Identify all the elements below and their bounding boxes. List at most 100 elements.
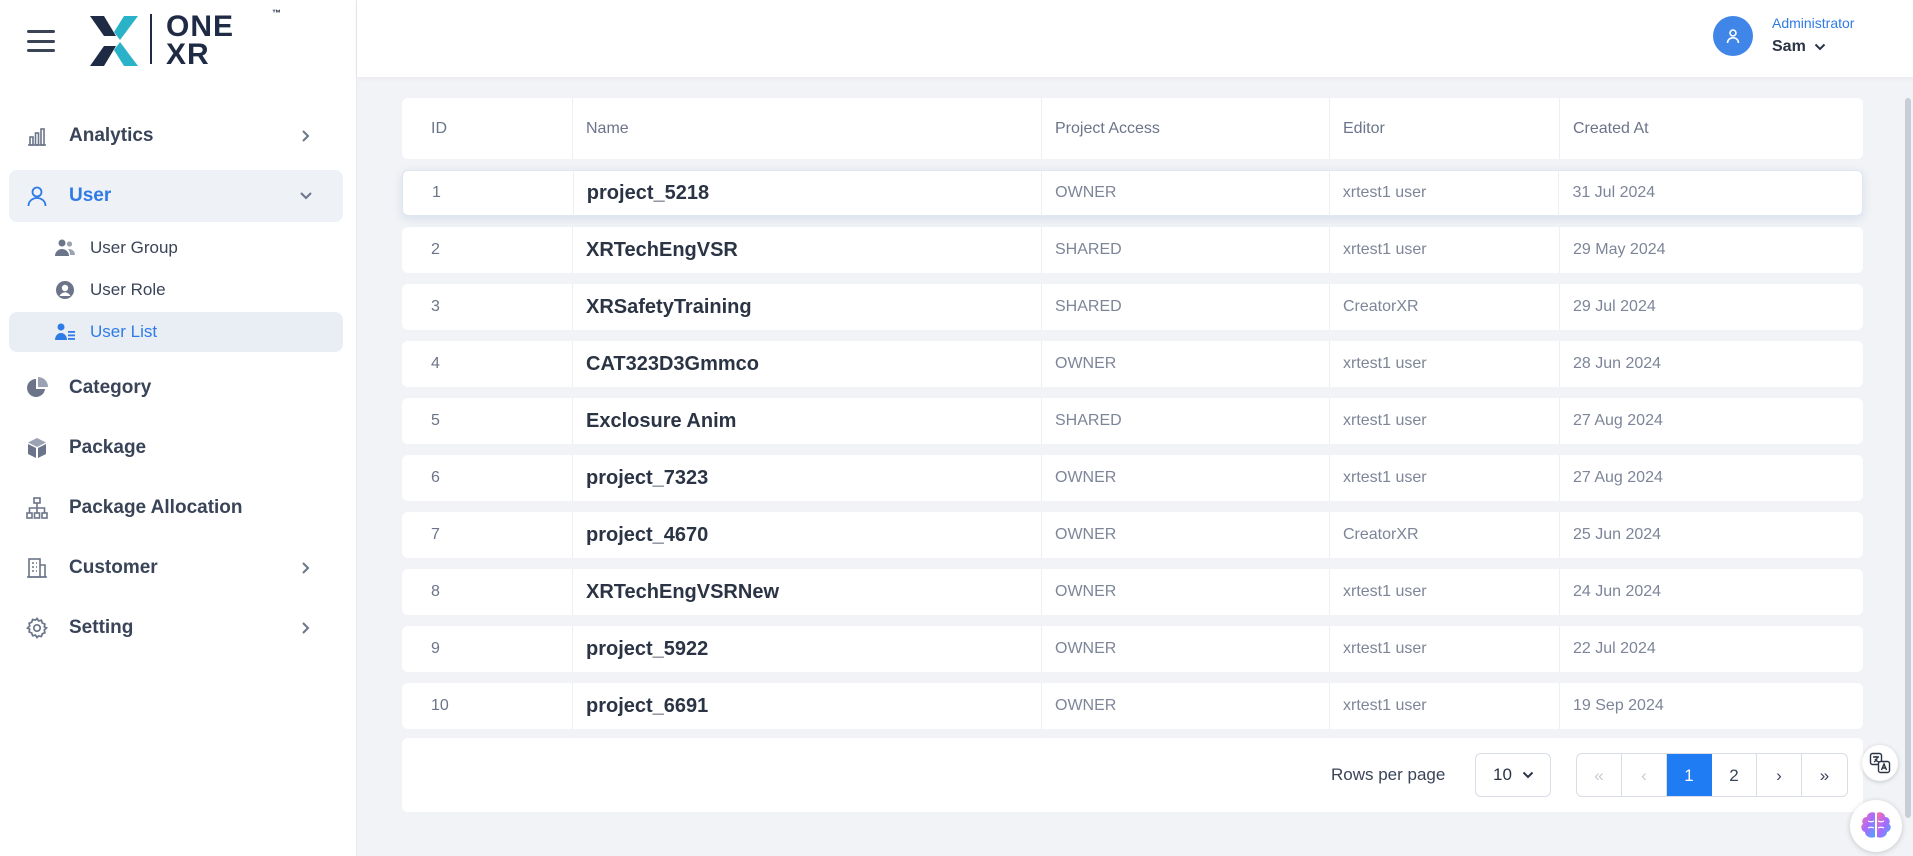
box-icon <box>25 436 49 460</box>
last-page-button[interactable]: » <box>1802 754 1847 796</box>
cell-project-access: OWNER <box>1041 341 1329 387</box>
sidebar-nav: Analytics User User Group User Role User… <box>0 110 357 662</box>
brand-area: ONE XR ™ <box>0 0 357 84</box>
bar-chart-icon <box>25 124 49 148</box>
cell-created-at: 29 Jul 2024 <box>1559 284 1863 330</box>
column-header-name[interactable]: Name <box>572 98 1041 159</box>
cell-editor: xrtest1 user <box>1329 455 1559 501</box>
table-row[interactable]: 4 CAT323D3Gmmco OWNER xrtest1 user 28 Jun 20… <box>402 341 1863 387</box>
cell-project-access: SHARED <box>1041 398 1329 444</box>
sidebar-item-category[interactable]: Category <box>9 362 343 414</box>
sidebar-subitem-label: User List <box>90 322 158 341</box>
column-header-editor[interactable]: Editor <box>1329 98 1559 159</box>
cell-project-access: SHARED <box>1041 227 1329 273</box>
projects-table: ID Name Project Access Editor Created At… <box>402 98 1863 740</box>
chevron-right-icon <box>297 559 315 577</box>
cell-project-access: OWNER <box>1041 569 1329 615</box>
translate-icon <box>1869 752 1891 774</box>
translate-button[interactable] <box>1862 745 1898 781</box>
table-row[interactable]: 6 project_7323 OWNER xrtest1 user 27 Aug 202… <box>402 455 1863 501</box>
cell-created-at: 24 Jun 2024 <box>1559 569 1863 615</box>
user-name-label: Sam <box>1772 38 1806 55</box>
cell-editor: xrtest1 user <box>1329 626 1559 672</box>
sidebar-item-label: User <box>69 185 112 206</box>
logo-xr-text: XR <box>166 38 210 71</box>
brain-icon <box>1861 812 1891 838</box>
cell-name: Exclosure Anim <box>572 398 1041 444</box>
user-submenu: User Group User Role User List <box>9 228 343 352</box>
chevron-right-icon <box>297 127 315 145</box>
sidebar-subitem-label: User Group <box>90 238 178 257</box>
cell-created-at: 27 Aug 2024 <box>1559 398 1863 444</box>
column-header-project-access[interactable]: Project Access <box>1041 98 1329 159</box>
logo-trademark: ™ <box>272 8 281 18</box>
cell-created-at: 19 Sep 2024 <box>1559 683 1863 729</box>
sidebar-item-label: Package Allocation <box>69 497 243 518</box>
cell-id: 3 <box>431 298 440 315</box>
sidebar-item-label: Setting <box>69 617 134 638</box>
cell-name: XRTechEngVSR <box>572 227 1041 273</box>
table-row[interactable]: 5 Exclosure Anim SHARED xrtest1 user 27 Aug … <box>402 398 1863 444</box>
user-list-icon <box>54 321 76 343</box>
user-menu-button[interactable]: Sam <box>1772 38 1826 56</box>
cell-project-access: OWNER <box>1041 626 1329 672</box>
cell-editor: CreatorXR <box>1329 284 1559 330</box>
table-row[interactable]: 10 project_6691 OWNER xrtest1 user 19 Sep 20… <box>402 683 1863 729</box>
sidebar-item-label: Package <box>69 437 147 458</box>
logo[interactable]: ONE XR ™ <box>86 8 286 71</box>
cell-name: project_4670 <box>572 512 1041 558</box>
next-page-button[interactable]: › <box>1757 754 1802 796</box>
table-row[interactable]: 2 XRTechEngVSR SHARED xrtest1 user 29 May 20… <box>402 227 1863 273</box>
menu-toggle-icon[interactable] <box>27 30 55 52</box>
sidebar-item-package[interactable]: Package <box>9 422 343 474</box>
building-icon <box>25 556 49 580</box>
sidebar-item-analytics[interactable]: Analytics <box>9 110 343 162</box>
cell-editor: xrtest1 user <box>1329 683 1559 729</box>
user-role-label: Administrator <box>1772 15 1855 31</box>
cell-project-access: OWNER <box>1041 683 1329 729</box>
column-header-created-at[interactable]: Created At <box>1559 98 1863 159</box>
cell-id: 6 <box>431 469 440 486</box>
prev-page-button[interactable]: ‹ <box>1622 754 1667 796</box>
table-row[interactable]: 1 project_5218 OWNER xrtest1 user 31 Jul 202… <box>402 170 1863 216</box>
rows-per-page-label: Rows per page <box>1331 765 1446 784</box>
sidebar-item-label: Analytics <box>69 125 154 146</box>
sidebar-subitem-user-role[interactable]: User Role <box>9 270 343 310</box>
avatar[interactable] <box>1713 16 1753 56</box>
sidebar-subitem-user-group[interactable]: User Group <box>9 228 343 268</box>
page-button-1[interactable]: 1 <box>1667 754 1712 796</box>
page-button-2[interactable]: 2 <box>1712 754 1757 796</box>
table-row[interactable]: 7 project_4670 OWNER CreatorXR 25 Jun 2024 <box>402 512 1863 558</box>
sidebar-item-customer[interactable]: Customer <box>9 542 343 594</box>
vertical-scrollbar[interactable] <box>1905 98 1911 818</box>
cell-project-access: OWNER <box>1041 170 1329 216</box>
first-page-button[interactable]: « <box>1577 754 1622 796</box>
table-body: 1 project_5218 OWNER xrtest1 user 31 Jul 202… <box>402 170 1863 729</box>
cell-project-access: SHARED <box>1041 284 1329 330</box>
users-icon <box>54 237 76 259</box>
cell-name: project_5922 <box>572 626 1041 672</box>
cell-id: 2 <box>431 241 440 258</box>
cell-name: XRSafetyTraining <box>572 284 1041 330</box>
cell-id: 9 <box>431 640 440 657</box>
table-row[interactable]: 9 project_5922 OWNER xrtest1 user 22 Jul 202… <box>402 626 1863 672</box>
sidebar-item-user[interactable]: User <box>9 170 343 222</box>
pie-chart-icon <box>25 376 49 400</box>
table-row[interactable]: 8 XRTechEngVSRNew OWNER xrtest1 user 24 Jun … <box>402 569 1863 615</box>
chevron-down-icon <box>297 187 315 205</box>
cell-name: project_5218 <box>572 170 1041 216</box>
cell-id: 7 <box>431 526 440 543</box>
sidebar-subitem-user-list[interactable]: User List <box>9 312 343 352</box>
user-icon <box>1726 29 1740 44</box>
rows-per-page-value: 10 <box>1493 765 1512 784</box>
sidebar-item-package-allocation[interactable]: Package Allocation <box>9 482 343 534</box>
table-row[interactable]: 3 XRSafetyTraining SHARED CreatorXR 29 Jul 2… <box>402 284 1863 330</box>
sidebar-item-setting[interactable]: Setting <box>9 602 343 654</box>
ai-assistant-button[interactable] <box>1850 800 1902 852</box>
sitemap-icon <box>25 496 49 520</box>
column-header-id[interactable]: ID <box>402 98 572 159</box>
cell-id: 10 <box>431 697 449 714</box>
cell-name: project_6691 <box>572 683 1041 729</box>
cell-id: 5 <box>431 412 440 429</box>
rows-per-page-select[interactable]: 10 <box>1475 753 1551 797</box>
